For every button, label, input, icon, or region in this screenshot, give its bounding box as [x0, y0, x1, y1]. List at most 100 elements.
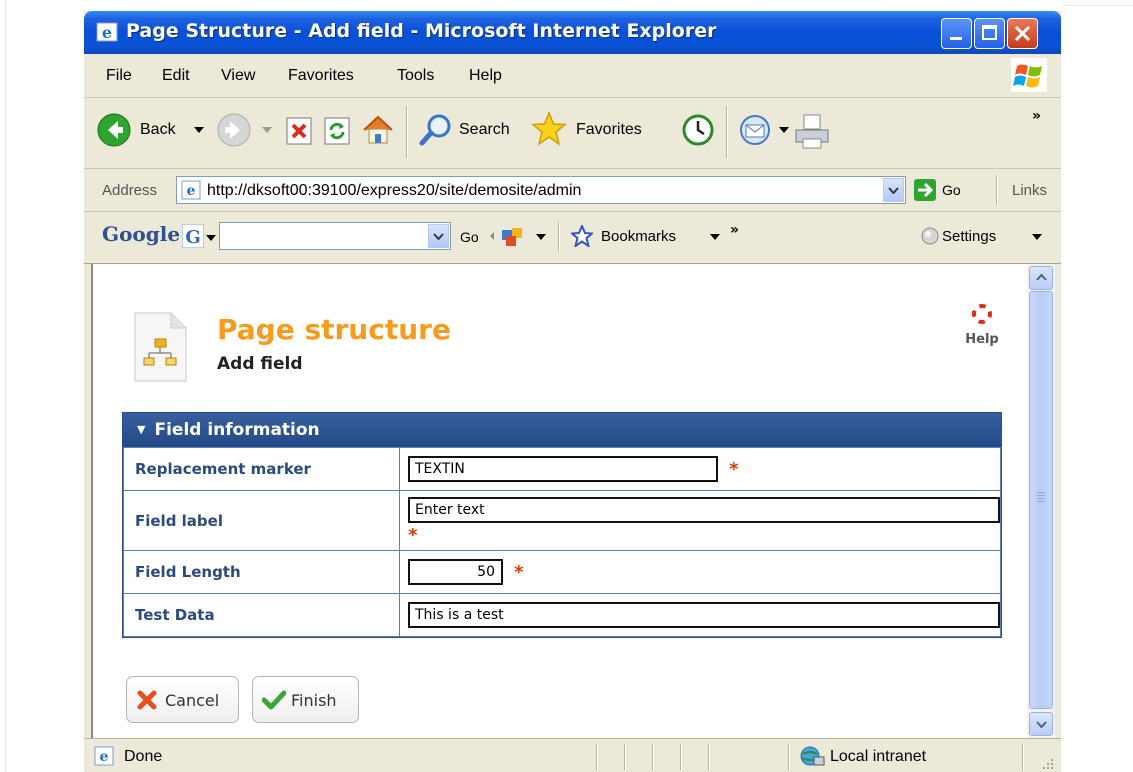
status-text: Done — [124, 748, 163, 765]
svg-text:e: e — [187, 183, 196, 199]
resize-grip-icon[interactable] — [1039, 755, 1055, 771]
field-length-cell: 50 * — [399, 550, 1001, 594]
field-length-input[interactable]: 50 — [408, 559, 503, 585]
page-structure-icon — [134, 312, 187, 382]
svg-text:G: G — [185, 227, 200, 248]
google-search-dropdown[interactable] — [428, 224, 449, 248]
favorites-icon[interactable] — [530, 110, 568, 148]
back-dropdown-icon[interactable] — [194, 127, 204, 133]
field-length-label: Field Length — [123, 550, 400, 594]
refresh-icon[interactable] — [322, 116, 352, 146]
background-rule — [5, 0, 6, 772]
menu-help[interactable]: Help — [469, 67, 502, 85]
bookmark-star-icon[interactable] — [571, 225, 593, 247]
address-label: Address — [102, 182, 158, 199]
search-label[interactable]: Search — [459, 121, 510, 139]
test-data-input[interactable]: This is a test — [408, 602, 1000, 628]
address-dropdown-button[interactable] — [883, 178, 904, 202]
google-g-icon[interactable]: G — [182, 224, 204, 248]
google-buttons-dropdown-icon[interactable] — [536, 234, 546, 240]
settings-icon[interactable] — [921, 227, 939, 245]
favorites-label[interactable]: Favorites — [576, 121, 642, 139]
close-button[interactable] — [1007, 18, 1038, 49]
status-separator — [624, 744, 626, 770]
toolbar-grip-icon[interactable] — [488, 225, 498, 247]
print-icon[interactable] — [792, 112, 832, 152]
menu-view[interactable]: View — [221, 67, 255, 85]
title-bar[interactable]: e Page Structure - Add field - Microsoft… — [84, 11, 1061, 54]
back-label[interactable]: Back — [140, 121, 176, 139]
bookmarks-dropdown-icon[interactable] — [710, 234, 720, 240]
panel-header[interactable]: ▼ Field information — [123, 413, 1001, 447]
go-button[interactable]: Go — [942, 182, 961, 198]
menu-edit[interactable]: Edit — [162, 67, 190, 85]
scroll-down-button[interactable] — [1029, 712, 1053, 736]
google-logo[interactable]: Google — [102, 222, 180, 246]
replacement-marker-input[interactable]: TEXTIN — [408, 456, 718, 482]
google-buttons-icon[interactable] — [500, 224, 526, 248]
menu-favorites[interactable]: Favorites — [288, 67, 354, 85]
test-data-cell: This is a test — [399, 593, 1001, 637]
menu-tools[interactable]: Tools — [397, 67, 434, 85]
google-search-input[interactable] — [219, 222, 451, 250]
form-row-field-label: Field label Enter text * — [123, 490, 1001, 551]
field-label-input[interactable]: Enter text — [408, 497, 1000, 523]
replacement-marker-label: Replacement marker — [123, 447, 400, 491]
finish-button[interactable]: Finish — [252, 676, 359, 723]
finish-label: Finish — [291, 691, 337, 710]
scroll-up-button[interactable] — [1029, 266, 1053, 290]
ie-icon: e — [96, 22, 118, 42]
cancel-label: Cancel — [165, 691, 220, 710]
menu-file[interactable]: File — [106, 67, 132, 85]
toolbar-separator — [726, 106, 728, 158]
forward-dropdown-icon[interactable] — [262, 127, 272, 133]
address-input[interactable]: e http://dksoft00:39100/express20/site/d… — [176, 176, 906, 204]
ie-page-icon: e — [181, 180, 201, 200]
links-button[interactable]: Links — [1012, 182, 1047, 199]
chevron-down-icon — [888, 187, 899, 194]
status-separator — [708, 744, 710, 770]
status-separator — [596, 744, 598, 770]
browser-window: e Page Structure - Add field - Microsoft… — [84, 11, 1061, 772]
help-label: Help — [965, 332, 999, 347]
required-marker: * — [408, 525, 418, 546]
mail-dropdown-icon[interactable] — [779, 127, 789, 133]
cancel-button[interactable]: Cancel — [126, 676, 239, 723]
history-icon[interactable] — [680, 112, 716, 148]
form-row-test-data: Test Data This is a test — [123, 593, 1001, 637]
ie-page-icon: e — [94, 746, 114, 766]
test-data-label: Test Data — [123, 593, 400, 637]
forward-icon[interactable] — [216, 112, 252, 148]
menu-bar: File Edit View Favorites Tools Help — [84, 54, 1061, 98]
stop-icon[interactable] — [284, 116, 314, 146]
search-icon[interactable] — [418, 112, 454, 148]
address-url[interactable]: http://dksoft00:39100/express20/site/dem… — [207, 182, 581, 200]
thumb-grip — [1037, 492, 1045, 493]
scroll-thumb[interactable] — [1029, 291, 1053, 709]
address-bar: Address e http://dksoft00:39100/express2… — [84, 169, 1061, 212]
minimize-button[interactable] — [941, 18, 972, 49]
maximize-button[interactable] — [974, 18, 1005, 49]
local-intranet-icon — [800, 746, 825, 766]
home-icon[interactable] — [360, 112, 396, 148]
help-button[interactable]: Help — [962, 304, 1002, 354]
windows-logo-icon — [1011, 58, 1047, 92]
page-content: Page structure Add field Help ▼ Field inf… — [91, 264, 1029, 738]
page-subtitle: Add field — [217, 354, 303, 374]
collapse-triangle-icon[interactable]: ▼ — [137, 413, 145, 447]
google-go-button[interactable]: Go — [460, 229, 479, 245]
toolbar-overflow-chevron[interactable]: » — [1032, 108, 1041, 124]
back-icon[interactable] — [96, 112, 132, 148]
chevron-down-icon — [433, 233, 444, 240]
settings-dropdown-icon[interactable] — [1032, 234, 1042, 240]
google-menu-dropdown-icon[interactable] — [206, 235, 216, 241]
required-marker: * — [514, 561, 524, 583]
mail-icon[interactable] — [738, 114, 776, 146]
checkmark-icon — [262, 690, 286, 710]
vertical-scrollbar[interactable] — [1027, 264, 1055, 738]
google-toolbar-overflow-chevron[interactable]: » — [730, 222, 739, 238]
settings-button[interactable]: Settings — [942, 228, 996, 245]
go-arrow-icon[interactable] — [913, 178, 937, 202]
field-information-panel: ▼ Field information Replacement marker TE… — [122, 412, 1002, 638]
bookmarks-button[interactable]: Bookmarks — [601, 228, 676, 245]
